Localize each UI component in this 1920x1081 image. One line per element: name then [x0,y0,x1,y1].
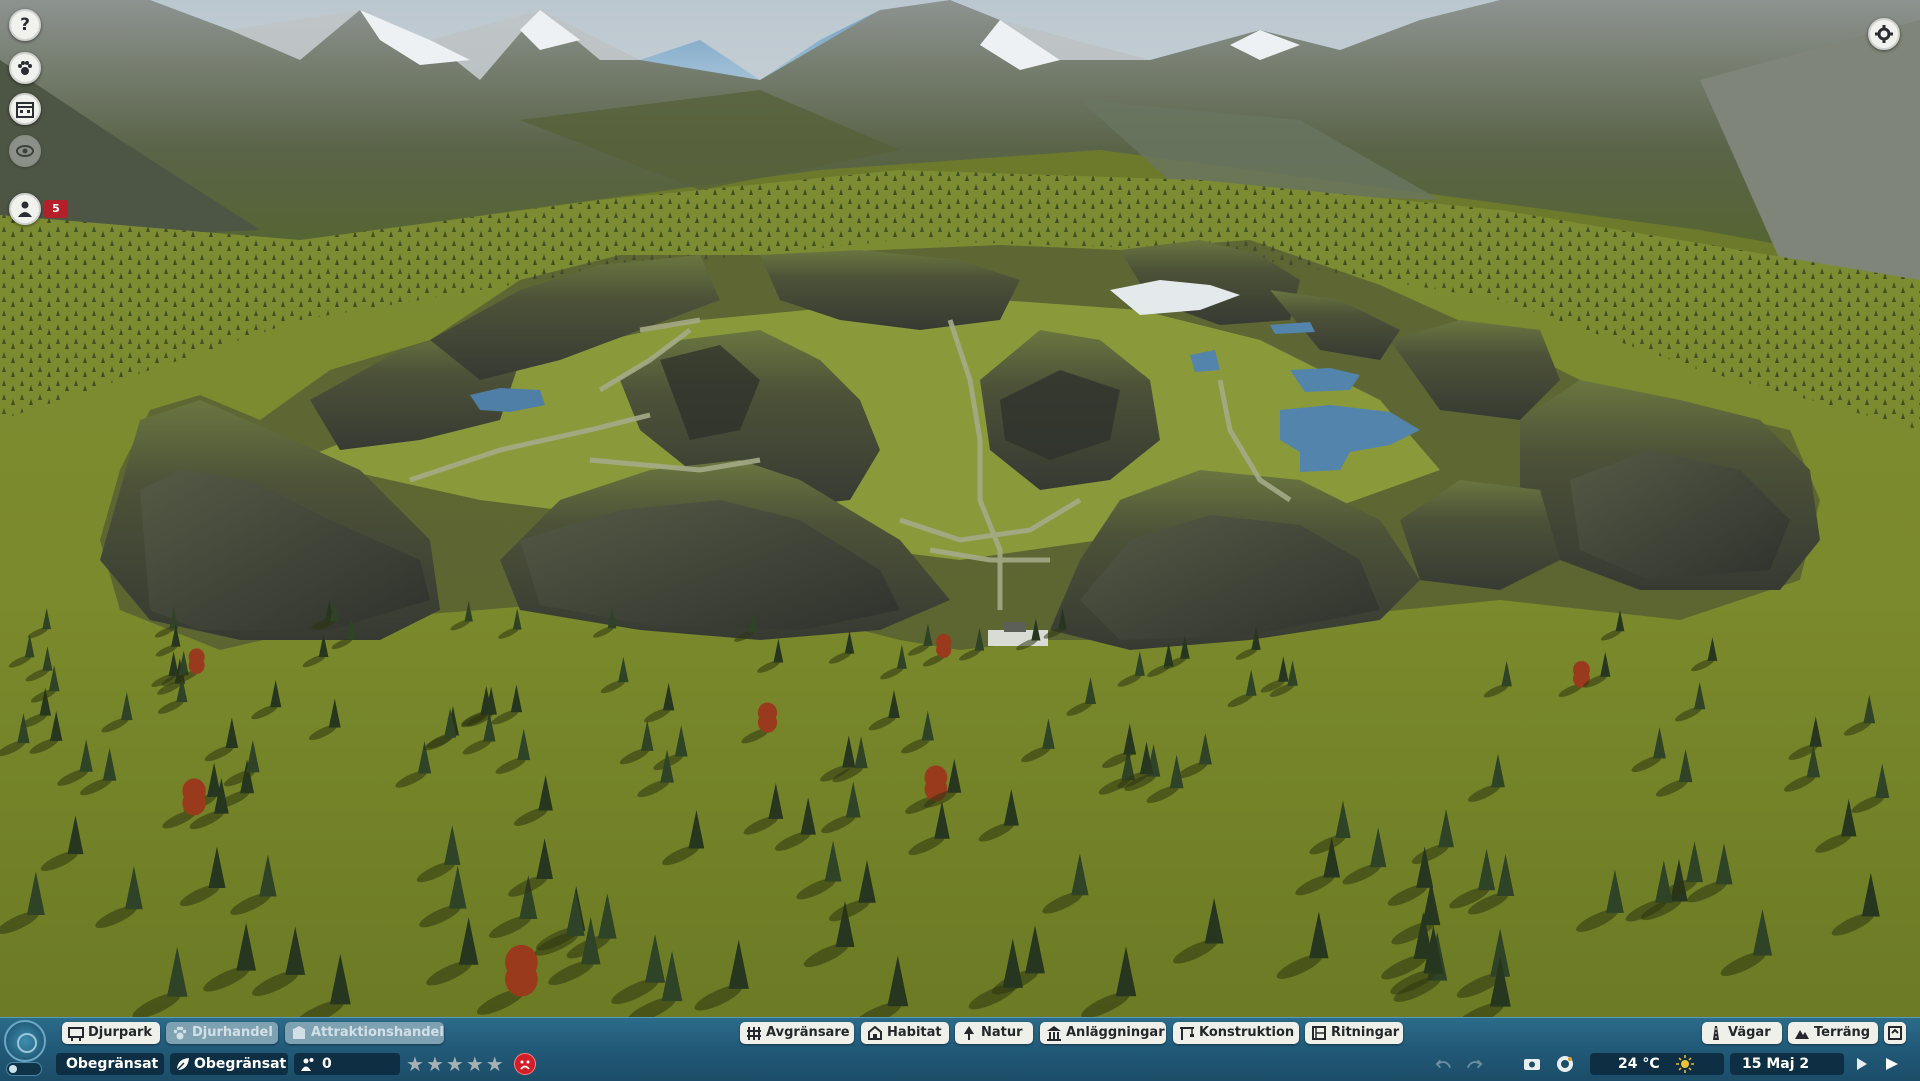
tab-attraktionshandel[interactable]: Attraktionshandel [285,1022,444,1044]
attraction-icon [292,1026,306,1039]
tab-avgransare-label: Avgränsare [766,1025,850,1040]
weather-display[interactable]: 24 °C [1590,1053,1724,1075]
tree-icon [964,1026,974,1040]
toolbar-toggle[interactable] [6,1062,42,1076]
photo-mode-button[interactable] [1553,1053,1577,1075]
tab-djurhandel-label: Djurhandel [192,1025,273,1040]
tab-djurhandel[interactable]: Djurhandel [166,1022,278,1044]
tab-habitat-label: Habitat [887,1025,942,1040]
tab-natur[interactable]: Natur [955,1022,1033,1044]
main-menu-button[interactable] [4,1020,46,1062]
speed-normal-button[interactable] [1850,1053,1874,1075]
tree [182,778,206,816]
tab-attraktionshandel-label: Attraktionshandel [311,1025,444,1040]
help-button[interactable]: ? [9,9,41,41]
habitat-icon [868,1025,882,1040]
sad-face-glyph [520,1060,530,1070]
tab-konstruktion[interactable]: Konstruktion [1173,1022,1299,1044]
sun-icon [1676,1055,1694,1073]
star-icon: ★ [465,1052,484,1076]
paw-icon [173,1026,187,1040]
tab-ritningar-label: Ritningar [1331,1025,1400,1040]
star-icon: ★ [425,1052,444,1076]
temperature-value: 24 °C [1618,1056,1660,1072]
photo-icon [1557,1056,1573,1072]
research-display[interactable]: Obegränsat [170,1053,288,1075]
tree [757,702,778,733]
tab-habitat[interactable]: Habitat [861,1022,949,1044]
speed-fast-button[interactable] [1880,1053,1904,1075]
undo-button[interactable] [1432,1053,1456,1075]
redo-button[interactable] [1462,1053,1486,1075]
blueprint-icon [1312,1026,1326,1040]
sad-face-icon[interactable] [514,1053,536,1075]
guest-count-badge: 5 [44,200,68,218]
date-display[interactable]: 15 Maj 2 [1730,1053,1844,1075]
date-value: 15 Maj 2 [1742,1056,1810,1072]
tab-anlaggningar[interactable]: Anläggningar [1040,1022,1166,1044]
money-value: Obegränsat [66,1056,159,1072]
terrain-icon [1795,1030,1809,1039]
tab-vagar[interactable]: Vägar [1702,1022,1782,1044]
play-icon [1857,1058,1867,1070]
zoo-sign-icon [68,1027,84,1041]
tab-natur-label: Natur [981,1025,1023,1040]
tree [188,648,205,674]
path-icon [1713,1026,1719,1040]
camera-icon [1524,1059,1540,1070]
calendar-icon [16,102,34,118]
guests-value: 0 [322,1056,332,1072]
tree [505,944,538,997]
research-value: Obegränsat [194,1056,287,1072]
animal-paw-icon [18,61,32,75]
money-display[interactable]: Obegränsat [56,1053,164,1075]
fast-forward-icon [1886,1058,1898,1070]
tab-ritningar[interactable]: Ritningar [1305,1022,1403,1044]
zoo-rating-stars[interactable]: ★ ★ ★ ★ ★ [406,1054,504,1074]
tab-vagar-label: Vägar [1728,1025,1771,1040]
guest-person-icon [18,201,32,217]
leaf-icon [176,1058,189,1071]
undo-icon [1435,1059,1452,1069]
tab-djurpark-label: Djurpark [88,1025,153,1040]
gear-icon [1875,25,1893,43]
star-icon: ★ [445,1052,464,1076]
expand-panel-button[interactable] [1884,1022,1906,1044]
tab-djurpark[interactable]: Djurpark [62,1022,160,1044]
zoo-landscape-view[interactable] [0,0,1920,1080]
star-icon: ★ [406,1052,424,1076]
redo-icon [1466,1059,1483,1069]
facility-icon [1047,1026,1061,1041]
animals-button[interactable] [9,52,41,84]
star-icon: ★ [485,1052,504,1076]
calendar-button[interactable] [9,93,41,125]
tab-anlaggningar-label: Anläggningar [1066,1025,1165,1040]
tab-terrang[interactable]: Terräng [1788,1022,1878,1044]
guests-display[interactable]: 0 [294,1053,400,1075]
eye-view-icon [16,145,34,157]
view-mode-button[interactable] [9,135,41,167]
help-icon: ? [20,15,30,35]
tab-avgransare[interactable]: Avgränsare [740,1022,854,1044]
expand-icon [1888,1026,1902,1040]
construction-icon [1180,1027,1194,1040]
tab-terrang-label: Terräng [1814,1025,1871,1040]
fence-icon [747,1027,761,1040]
tree [936,633,952,658]
guests-icon [301,1058,314,1071]
camera-mode-button[interactable] [1520,1053,1544,1075]
settings-button[interactable] [1868,18,1900,50]
guests-button[interactable] [9,193,41,225]
tab-konstruktion-label: Konstruktion [1199,1025,1295,1040]
